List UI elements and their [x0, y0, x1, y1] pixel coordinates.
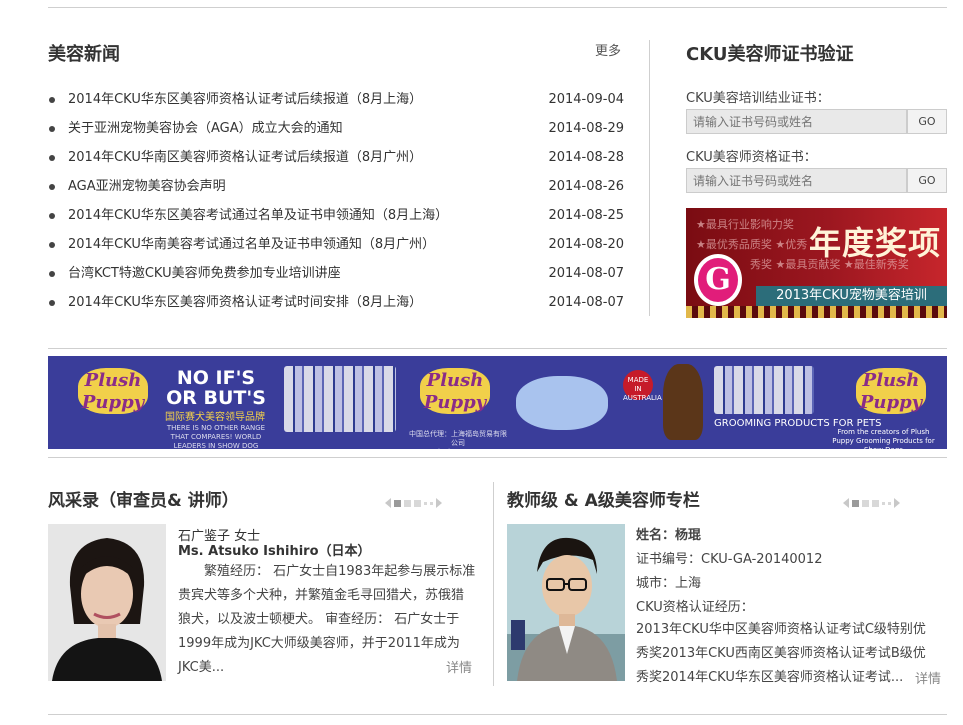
page-dot[interactable]: [414, 499, 421, 507]
news-item-link[interactable]: 2014年CKU华南美容考试通过名单及证书申领通知（8月广州）: [68, 237, 435, 252]
plush-puppy-ad-banner[interactable]: Plush Puppy NO IF'S OR BUT'S 国际赛犬美容领导品牌 …: [48, 356, 947, 449]
next-arrow-icon[interactable]: [894, 498, 900, 508]
news-item: 2014年CKU华南区美容师资格认证考试后续报道（8月广州） 2014-08-28: [48, 148, 624, 177]
qualification-cert-go-button[interactable]: GO: [907, 168, 947, 193]
ad-subtitle: 国际赛犬美容领导品牌: [165, 412, 265, 423]
teachers-pager[interactable]: [843, 497, 900, 509]
training-cert-input[interactable]: [686, 109, 907, 134]
news-item: AGA亚洲宠物美容协会声明 2014-08-26: [48, 177, 624, 206]
ad-slogan: NO IF'S OR BUT'S: [166, 367, 266, 409]
pet-products-image: [714, 366, 814, 414]
teacher-cert-number: 证书编号：CKU-GA-20140012: [636, 552, 823, 567]
judge-detail-link[interactable]: 详情: [446, 657, 472, 676]
verify-section-title: CKU美容师证书验证: [686, 44, 854, 65]
news-item-date: 2014-08-07: [548, 266, 624, 281]
page-dot[interactable]: [862, 499, 869, 507]
teacher-name: 姓名：杨琨: [636, 528, 702, 543]
ad-footer-text: From the creators of Plush Puppy Groomin…: [832, 428, 935, 449]
teacher-experience: 2013年CKU华中区美容师资格认证考试C级特别优秀奖2013年CKU西南区美容…: [636, 622, 926, 685]
teacher-detail-link[interactable]: 详情: [915, 668, 941, 687]
news-item: 2014年CKU华东区美容师资格认证考试后续报道（8月上海） 2014-09-04: [48, 90, 624, 119]
plush-puppy-logo: Plush Puppy: [856, 368, 926, 414]
teachers-section-title: 教师级 & A级美容师专栏: [507, 491, 700, 511]
product-bottles-image: [284, 366, 396, 432]
news-item: 关于亚洲宠物美容协会（AGA）成立大会的通知 2014-08-29: [48, 119, 624, 148]
award-stars-line: ★最优秀品质奖 ★优秀: [696, 238, 808, 251]
award-stars-line: ★最具行业影响力奖: [696, 218, 794, 231]
made-in-australia-badge: MADE IN AUSTRALIA: [623, 370, 662, 402]
news-item-date: 2014-08-29: [548, 121, 624, 136]
news-item-link[interactable]: 2014年CKU华南区美容师资格认证考试后续报道（8月广州）: [68, 150, 422, 165]
page-ellipsis-dot: [424, 501, 427, 505]
annual-award-banner[interactable]: ★最具行业影响力奖 ★最优秀品质奖 ★优秀 秀奖 ★最具贡献奖 ★最佳新秀奖 年…: [686, 208, 947, 318]
plush-puppy-logo: Plush Puppy: [420, 368, 490, 414]
teacher-city: 城市：上海: [636, 576, 702, 591]
news-more-link[interactable]: 更多: [595, 40, 621, 59]
page-dot[interactable]: [394, 499, 401, 507]
award-g-logo-icon: G: [694, 254, 742, 306]
news-item-link[interactable]: 2014年CKU华东区美容师资格认证考试时间安排（8月上海）: [68, 295, 422, 310]
news-item-link[interactable]: 关于亚洲宠物美容协会（AGA）成立大会的通知: [68, 121, 343, 136]
page-dot[interactable]: [852, 499, 859, 507]
award-decor-stripe: [686, 306, 947, 318]
judge-photo[interactable]: [48, 524, 166, 681]
news-item-date: 2014-08-26: [548, 179, 624, 194]
news-item-link[interactable]: 台湾KCT特邀CKU美容师免费参加专业培训讲座: [68, 266, 341, 281]
horse-image: [663, 364, 703, 440]
training-cert-label: CKU美容培训结业证书：: [686, 91, 830, 106]
prev-arrow-icon[interactable]: [385, 498, 391, 508]
news-item-date: 2014-08-20: [548, 237, 624, 252]
top-divider: [48, 7, 947, 8]
news-item-link[interactable]: 2014年CKU华东区美容师资格认证考试后续报道（8月上海）: [68, 92, 422, 107]
news-item-date: 2014-08-07: [548, 295, 624, 310]
qualification-cert-label: CKU美容师资格证书：: [686, 150, 817, 165]
news-item-link[interactable]: AGA亚洲宠物美容协会声明: [68, 179, 226, 194]
bottom-divider: [48, 714, 947, 715]
plush-puppy-logo: Plush Puppy: [78, 368, 148, 414]
judges-pager[interactable]: [385, 497, 442, 509]
section-divider: [48, 348, 947, 349]
judge-name-en: Ms. Atsuko Ishihiro（日本）: [178, 544, 371, 559]
news-item-date: 2014-09-04: [548, 92, 624, 107]
ad-subtitle-en: THERE IS NO OTHER RANGE THAT COMPARES! W…: [166, 424, 266, 449]
page-ellipsis-dot: [430, 501, 433, 505]
ad-agent-text: 中国总代理：上海福岛贸易有限公司 www.plushpuppy.com.cn: [409, 430, 507, 449]
news-list: 2014年CKU华东区美容师资格认证考试后续报道（8月上海） 2014-09-04…: [48, 90, 624, 322]
news-item-date: 2014-08-25: [548, 208, 624, 223]
splash-logo-image: [516, 376, 608, 430]
news-section-title: 美容新闻: [48, 44, 120, 65]
news-item: 2014年CKU华东区美容师资格认证考试时间安排（8月上海） 2014-08-07: [48, 293, 624, 322]
news-item-date: 2014-08-28: [548, 150, 624, 165]
teacher-exp-label: CKU资格认证经历：: [636, 600, 754, 615]
news-item: 2014年CKU华南美容考试通过名单及证书申领通知（8月广州） 2014-08-2…: [48, 235, 624, 264]
award-caption: 2013年CKU宠物美容培训: [756, 286, 947, 306]
news-item: 2014年CKU华东区美容考试通过名单及证书申领通知（8月上海） 2014-08-…: [48, 206, 624, 235]
training-cert-go-button[interactable]: GO: [907, 109, 947, 134]
news-item-link[interactable]: 2014年CKU华东区美容考试通过名单及证书申领通知（8月上海）: [68, 208, 448, 223]
judge-bio: 繁殖经历： 石广女士自1983年起参与展示标准贵宾犬等多个犬种，并繁殖金毛寻回猎…: [178, 564, 476, 675]
vertical-divider: [649, 40, 650, 316]
teacher-photo[interactable]: [507, 524, 625, 681]
section-divider: [48, 457, 947, 458]
award-headline: 年度奖项: [808, 224, 941, 262]
next-arrow-icon[interactable]: [436, 498, 442, 508]
page-ellipsis-dot: [882, 501, 885, 505]
page-dot[interactable]: [404, 499, 411, 507]
news-item: 台湾KCT特邀CKU美容师免费参加专业培训讲座 2014-08-07: [48, 264, 624, 293]
page-dot[interactable]: [872, 499, 879, 507]
qualification-cert-input[interactable]: [686, 168, 907, 193]
judges-section-title: 风采录（审查员& 讲师）: [48, 491, 239, 511]
vertical-divider: [493, 482, 494, 686]
page-ellipsis-dot: [888, 501, 891, 505]
prev-arrow-icon[interactable]: [843, 498, 849, 508]
